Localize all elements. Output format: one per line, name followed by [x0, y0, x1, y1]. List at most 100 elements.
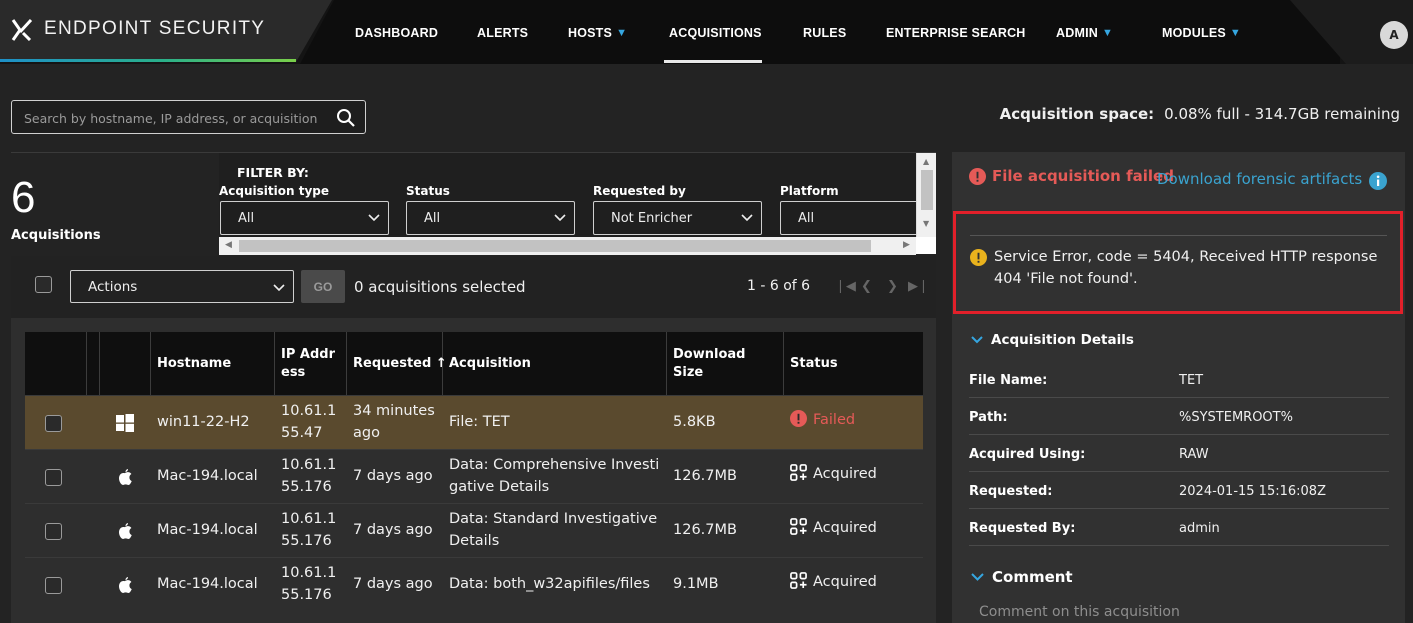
- row-hostname[interactable]: win11-22-H2: [151, 396, 275, 450]
- brand-logo-icon[interactable]: [11, 19, 33, 41]
- nav-acquisitions[interactable]: ACQUISITIONS: [669, 26, 762, 40]
- acquisition-details-heading: Acquisition Details: [991, 332, 1134, 348]
- next-page-icon[interactable]: ❯: [887, 279, 898, 294]
- filter-content: FILTER BY: Acquisition type All Status A…: [219, 153, 916, 237]
- chevron-down-icon: [971, 336, 983, 344]
- header-hostname[interactable]: Hostname: [151, 332, 275, 395]
- download-artifacts-link[interactable]: Download forensic artifacts: [1157, 170, 1362, 188]
- detail-row-requested: Requested: 2024-01-15 15:16:08Z: [969, 472, 1389, 509]
- scrollbar-thumb[interactable]: [239, 240, 871, 252]
- filter-acquisition-type-value: All: [238, 211, 255, 226]
- go-button[interactable]: GO: [301, 270, 345, 303]
- nav-modules[interactable]: MODULES ▼: [1162, 26, 1241, 40]
- error-message-box: Service Error, code = 5404, Received HTT…: [953, 211, 1403, 314]
- error-message-text: Service Error, code = 5404, Received HTT…: [994, 249, 1378, 287]
- detail-row-requested-by: Requested By: admin: [969, 509, 1389, 546]
- nav-admin[interactable]: ADMIN ▼: [1056, 26, 1113, 40]
- row-ip: 10.61.155.47: [281, 403, 337, 441]
- table-row[interactable]: win11-22-H2 10.61.155.47 34 minutes ago …: [25, 395, 923, 449]
- row-acquisition: Data: Comprehensive Investigative Detail…: [449, 457, 660, 495]
- header-requested[interactable]: Requested ↑: [347, 332, 447, 395]
- scroll-right-icon[interactable]: ▶: [903, 240, 910, 250]
- row-status-label: Acquired: [813, 466, 877, 482]
- nav-rules[interactable]: RULES: [803, 26, 846, 40]
- comment-input[interactable]: Comment on this acquisition: [979, 604, 1180, 620]
- filter-vertical-scrollbar[interactable]: ▲ ▼: [916, 153, 936, 237]
- windows-icon: [105, 396, 145, 450]
- error-icon: [790, 410, 807, 427]
- table-header: Hostname IP Address Requested ↑ Acquisit…: [25, 332, 923, 395]
- info-icon[interactable]: [1369, 172, 1387, 190]
- detail-value: RAW: [1179, 447, 1209, 462]
- filter-platform-select[interactable]: All: [780, 201, 916, 235]
- table-row[interactable]: Mac-194.local 10.61.155.176 7 days ago D…: [25, 503, 923, 557]
- nav-enterprise-search[interactable]: ENTERPRISE SEARCH: [886, 26, 1026, 40]
- detail-key: Requested By:: [969, 521, 1076, 536]
- detail-key: Path:: [969, 410, 1008, 425]
- detail-value: 2024-01-15 15:16:08Z: [1179, 484, 1326, 499]
- actions-select[interactable]: Actions: [70, 270, 294, 303]
- filter-acquisition-type-select[interactable]: All: [220, 201, 389, 235]
- nav-dashboard[interactable]: DASHBOARD: [355, 26, 438, 40]
- detail-row-acquired-using: Acquired Using: RAW: [969, 435, 1389, 472]
- acquisition-space: Acquisition space: 0.08% full - 314.7GB r…: [1000, 105, 1400, 123]
- select-all-checkbox[interactable]: [35, 276, 52, 293]
- first-page-icon[interactable]: ❘◀: [835, 279, 856, 294]
- row-size: 126.7MB: [673, 468, 737, 485]
- row-checkbox[interactable]: [45, 469, 62, 486]
- detail-key: Acquired Using:: [969, 447, 1086, 462]
- apple-icon: [105, 558, 145, 612]
- row-status: Acquired: [784, 504, 923, 558]
- search-input[interactable]: [24, 108, 324, 128]
- header-download-size[interactable]: Download Size: [667, 332, 784, 395]
- row-ip: 10.61.155.176: [281, 457, 337, 495]
- chevron-down-icon: ▼: [1101, 27, 1114, 39]
- row-requested: 34 minutes ago: [353, 403, 435, 441]
- acquisitions-table: Hostname IP Address Requested ↑ Acquisit…: [11, 318, 936, 623]
- filter-horizontal-scrollbar[interactable]: ◀ ▶: [219, 237, 916, 255]
- row-checkbox[interactable]: [45, 415, 62, 432]
- header-requested-label: Requested: [353, 355, 432, 371]
- table-row[interactable]: Mac-194.local 10.61.155.176 7 days ago D…: [25, 557, 923, 611]
- row-checkbox[interactable]: [45, 523, 62, 540]
- app-title[interactable]: ENDPOINT SECURITY: [44, 18, 265, 40]
- acquisition-details-toggle[interactable]: Acquisition Details: [971, 332, 1134, 348]
- row-status-label: Acquired: [813, 574, 877, 590]
- chevron-down-icon: ▼: [616, 27, 628, 39]
- filter-requested-by-select[interactable]: Not Enricher: [593, 201, 762, 235]
- row-requested: 7 days ago: [353, 468, 433, 485]
- scroll-down-icon[interactable]: ▼: [923, 219, 929, 228]
- filter-label-acquisition-type: Acquisition type: [219, 184, 330, 198]
- prev-page-icon[interactable]: ❮: [861, 279, 872, 294]
- row-hostname[interactable]: Mac-194.local: [151, 558, 275, 612]
- scrollbar-thumb[interactable]: [921, 170, 933, 210]
- row-status: Failed: [784, 396, 923, 450]
- acquisition-space-value: 0.08% full - 314.7GB remaining: [1164, 105, 1400, 123]
- header-ip-address[interactable]: IP Address: [275, 332, 347, 395]
- detail-key: File Name:: [969, 373, 1048, 388]
- user-avatar[interactable]: A: [1380, 21, 1408, 49]
- filter-status-value: All: [424, 211, 441, 226]
- row-checkbox[interactable]: [45, 577, 62, 594]
- filter-label-status: Status: [406, 184, 450, 198]
- row-hostname[interactable]: Mac-194.local: [151, 450, 275, 504]
- comment-toggle[interactable]: Comment: [971, 568, 1073, 586]
- header-acquisition[interactable]: Acquisition: [443, 332, 667, 395]
- nav-hosts[interactable]: HOSTS ▼: [568, 26, 627, 40]
- brand-gradient-line: [0, 59, 296, 62]
- header-status[interactable]: Status: [784, 332, 923, 395]
- row-requested: 7 days ago: [353, 576, 433, 593]
- scroll-left-icon[interactable]: ◀: [225, 240, 232, 250]
- chevron-down-icon: [273, 284, 285, 292]
- nav-alerts[interactable]: ALERTS: [477, 26, 528, 40]
- last-page-icon[interactable]: ▶❘: [908, 279, 929, 294]
- acquisition-count: 6 Acquisitions: [11, 152, 219, 254]
- row-size: 126.7MB: [673, 522, 737, 539]
- table-row[interactable]: Mac-194.local 10.61.155.176 7 days ago D…: [25, 449, 923, 503]
- search-icon[interactable]: [336, 108, 356, 128]
- row-status: Acquired: [784, 558, 923, 612]
- row-acquisition: Data: Standard Investigative Details: [449, 511, 658, 549]
- scroll-up-icon[interactable]: ▲: [923, 157, 929, 166]
- filter-status-select[interactable]: All: [406, 201, 575, 235]
- row-hostname[interactable]: Mac-194.local: [151, 504, 275, 558]
